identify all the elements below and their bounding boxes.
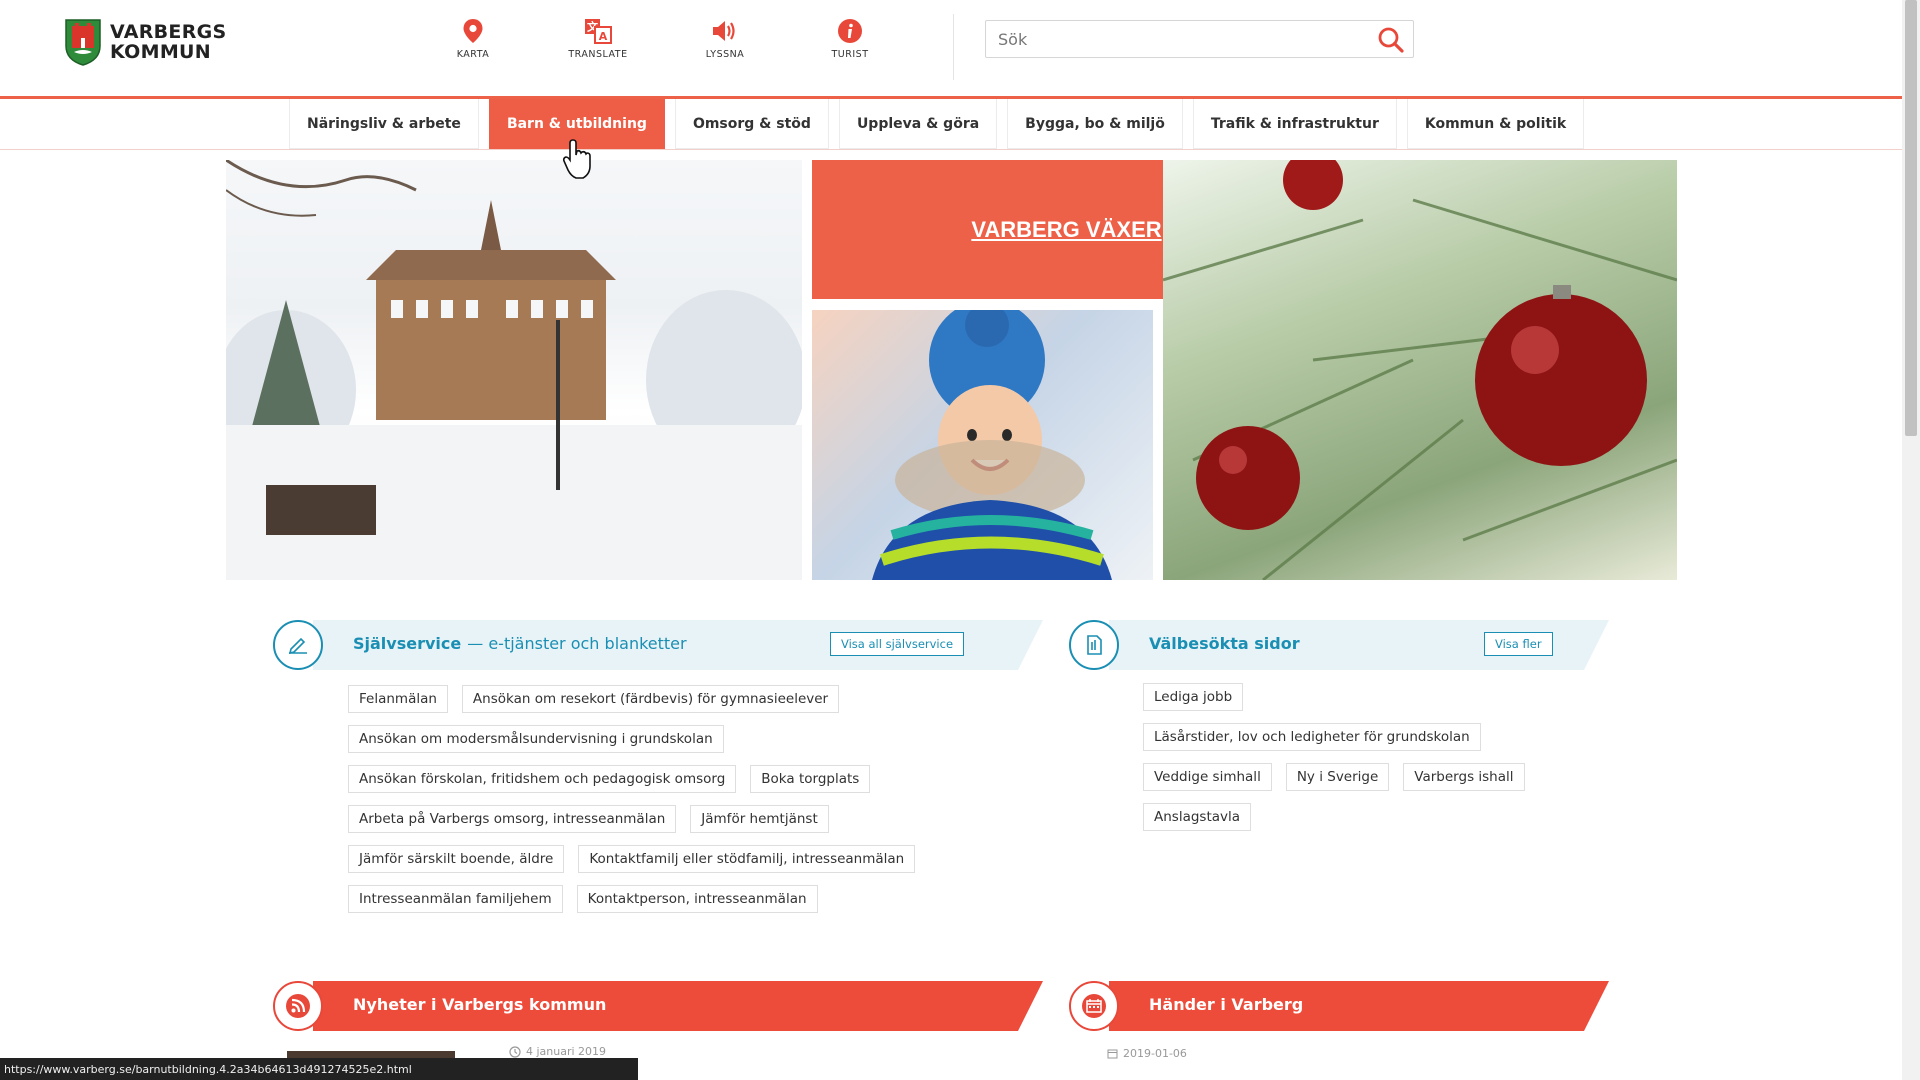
tag-link[interactable]: Läsårstider, lov och ledigheter för grun…: [1143, 723, 1481, 751]
news-title: Nyheter i Varbergs kommun: [353, 995, 607, 1014]
logo-line-1: VARBERGS: [110, 21, 227, 43]
tool-label: TRANSLATE: [568, 49, 628, 60]
tool-karta[interactable]: KARTA: [428, 18, 518, 60]
tag-link[interactable]: Kontaktfamilj eller stödfamilj, intresse…: [578, 845, 916, 873]
events-panel: Händer i Varberg 2019-01-06: [1069, 981, 1609, 1061]
tag-link[interactable]: Jämför särskilt boende, äldre: [348, 845, 565, 873]
calendar-icon: [1069, 981, 1119, 1031]
tag-link[interactable]: Jämför hemtjänst: [690, 805, 829, 833]
tool-turist[interactable]: TURIST: [805, 18, 895, 60]
tool-translate[interactable]: 文 A TRANSLATE: [553, 18, 643, 60]
status-url: https://www.varberg.se/barnutbildning.4.…: [4, 1062, 412, 1076]
hero-image-town-hall[interactable]: [226, 160, 802, 580]
svg-text:A: A: [599, 30, 608, 43]
map-pin-icon: [463, 19, 483, 43]
selfservice-title: Självservice: [353, 634, 462, 653]
tag-link[interactable]: Ansökan om modersmålsundervisning i grun…: [348, 725, 724, 753]
hero-image-christmas-tree[interactable]: [1163, 160, 1677, 580]
selfservice-subtitle: — e-tjänster och blanketter: [467, 634, 687, 653]
town-hall-picture: [226, 160, 802, 580]
nav-item-omsorg[interactable]: Omsorg & stöd: [674, 99, 829, 149]
selfservice-panel: Självservice — e-tjänster och blanketter …: [273, 620, 1043, 940]
events-date: 2019-01-06: [1107, 1047, 1187, 1060]
nav-item-bygga[interactable]: Bygga, bo & miljö: [1007, 99, 1183, 149]
tag-link[interactable]: Ansökan om resekort (färdbevis) för gymn…: [461, 685, 840, 713]
tag-link[interactable]: Intresseanmälan familjehem: [348, 885, 563, 913]
tag-link[interactable]: Felanmälan: [348, 685, 448, 713]
search-icon[interactable]: [1377, 26, 1405, 54]
logo-line-2: KOMMUN: [110, 41, 211, 63]
tool-lyssna[interactable]: LYSSNA: [680, 18, 770, 60]
tag-link[interactable]: Boka torgplats: [750, 765, 871, 793]
document-icon: [1069, 620, 1119, 670]
news-date-text: 4 januari 2019: [526, 1045, 607, 1058]
nav-item-naringsliv[interactable]: Näringsliv & arbete: [289, 99, 479, 149]
tag-link[interactable]: Varbergs ishall: [1403, 763, 1525, 791]
main-navigation: Näringsliv & arbete Barn & utbildning Om…: [0, 99, 1902, 150]
selfservice-tags: Felanmälan Ansökan om resekort (färdbevi…: [348, 685, 929, 925]
coat-of-arms-icon: [65, 19, 101, 66]
rss-icon: [273, 981, 323, 1031]
page-scrollbar[interactable]: [1902, 0, 1920, 1080]
tag-link[interactable]: Anslagstavla: [1143, 803, 1252, 831]
info-icon: [838, 19, 862, 43]
tag-link[interactable]: Ansökan förskolan, fritidshem och pedago…: [348, 765, 737, 793]
speaker-icon: [713, 21, 735, 41]
tag-link[interactable]: Veddige simhall: [1143, 763, 1272, 791]
header-divider: [953, 14, 954, 80]
edit-icon: [273, 620, 323, 670]
tag-link[interactable]: Arbeta på Varbergs omsorg, intresseanmäl…: [348, 805, 677, 833]
browser-status-bar: https://www.varberg.se/barnutbildning.4.…: [0, 1058, 638, 1080]
scrollbar-thumb[interactable]: [1905, 0, 1917, 436]
show-all-selfservice-button[interactable]: Visa all självservice: [830, 632, 965, 656]
tool-label: TURIST: [831, 49, 869, 60]
nav-item-kommun[interactable]: Kommun & politik: [1406, 99, 1585, 149]
site-logo[interactable]: VARBERGS KOMMUN: [64, 18, 227, 66]
clock-icon: [509, 1045, 521, 1058]
tag-link[interactable]: Lediga jobb: [1143, 683, 1244, 711]
show-more-button[interactable]: Visa fler: [1484, 632, 1553, 656]
popular-title: Välbesökta sidor: [1149, 634, 1300, 653]
events-date-text: 2019-01-06: [1123, 1047, 1187, 1060]
hero-image-child[interactable]: [812, 310, 1153, 580]
search-input[interactable]: [986, 21, 1390, 57]
translate-icon: 文 A: [585, 19, 612, 44]
popular-pages-panel: Välbesökta sidor Visa fler Lediga jobb L…: [1069, 620, 1609, 860]
calendar-small-icon: [1107, 1049, 1118, 1059]
tag-link[interactable]: Kontaktperson, intresseanmälan: [576, 885, 818, 913]
tag-link[interactable]: Ny i Sverige: [1285, 763, 1390, 791]
hand-cursor-icon: [562, 139, 591, 179]
varberg-vaxer-link[interactable]: VARBERG VÄXER: [971, 217, 1161, 243]
tool-label: KARTA: [456, 49, 490, 60]
christmas-tree-picture: [1163, 160, 1677, 580]
site-header: VARBERGS KOMMUN KARTA 文 A TRANSLATE LYSS…: [0, 0, 1902, 99]
nav-item-trafik[interactable]: Trafik & infrastruktur: [1192, 99, 1397, 149]
child-picture: [872, 310, 1112, 580]
tool-label: LYSSNA: [705, 49, 745, 60]
nav-item-uppleva[interactable]: Uppleva & göra: [838, 99, 998, 149]
events-title: Händer i Varberg: [1149, 995, 1304, 1014]
news-date: 4 januari 2019: [509, 1045, 606, 1058]
popular-tags: Lediga jobb Läsårstider, lov och ledighe…: [1143, 683, 1539, 843]
search-box: [985, 20, 1414, 58]
news-panel: Nyheter i Varbergs kommun 4 januari 2019: [273, 981, 1043, 1061]
